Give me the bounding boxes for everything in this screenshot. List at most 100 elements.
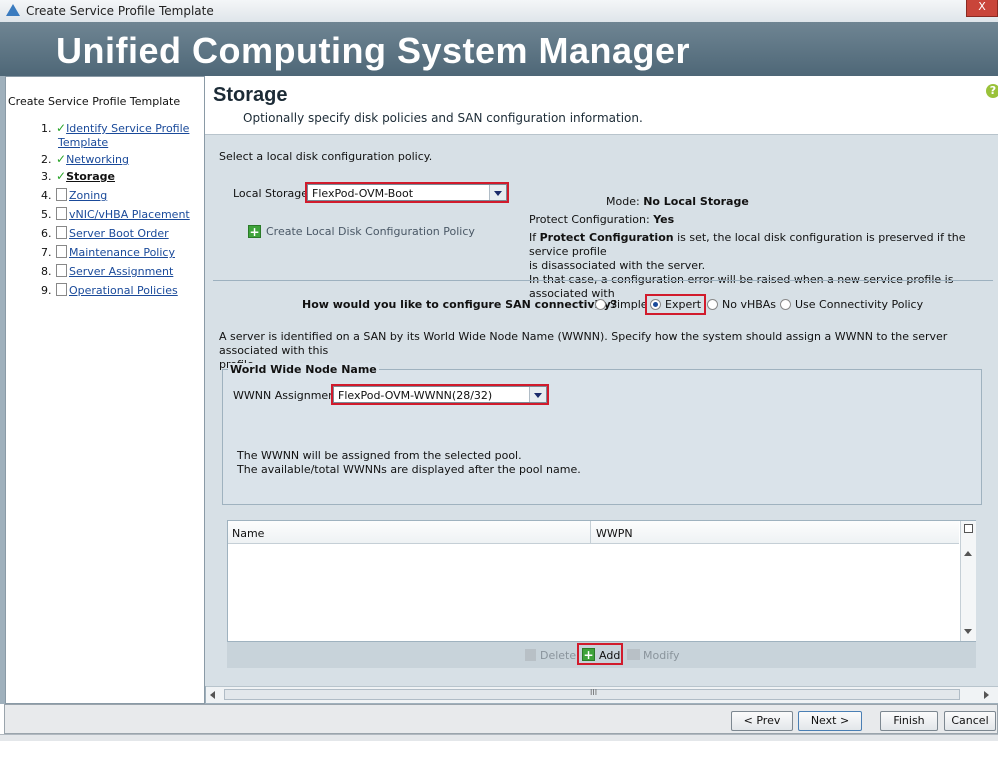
- page-subtitle: Optionally specify disk policies and SAN…: [243, 111, 643, 125]
- column-name[interactable]: Name: [232, 527, 264, 540]
- check-icon: ✓: [56, 121, 67, 135]
- create-local-disk-policy-link[interactable]: Create Local Disk Configuration Policy: [266, 225, 475, 238]
- table-header: Name WWPN: [228, 521, 959, 544]
- step-link[interactable]: Maintenance Policy: [69, 246, 175, 259]
- wwnn-legend: World Wide Node Name: [228, 363, 379, 376]
- trash-icon: [525, 649, 536, 661]
- san-description-line1: A server is identified on a SAN by its W…: [219, 330, 948, 357]
- page-icon: [56, 245, 67, 258]
- step-link[interactable]: Operational Policies: [69, 284, 178, 297]
- step-zoning[interactable]: 4. Zoning: [41, 188, 107, 202]
- check-icon: ✓: [56, 169, 67, 183]
- local-storage-select[interactable]: FlexPod-OVM-Boot: [307, 184, 507, 201]
- chevron-down-icon[interactable]: [529, 387, 546, 402]
- window-title: Create Service Profile Template: [26, 4, 214, 18]
- step-link-cont[interactable]: Template: [58, 136, 108, 149]
- step-link[interactable]: vNIC/vHBA Placement: [69, 208, 190, 221]
- protect-note: If Protect Configuration is set, the loc…: [529, 231, 989, 301]
- note-line2: is disassociated with the server.: [529, 259, 706, 272]
- step-number: 8.: [41, 265, 52, 278]
- step-link[interactable]: Server Assignment: [69, 265, 173, 278]
- wwnn-assignment-select[interactable]: FlexPod-OVM-WWNN(28/32): [333, 386, 547, 403]
- mode-label: Mode:: [606, 195, 640, 208]
- scroll-left-icon[interactable]: [210, 691, 215, 699]
- page-icon: [56, 207, 67, 220]
- note-prefix: If: [529, 231, 540, 244]
- local-storage-intro: Select a local disk configuration policy…: [219, 150, 433, 163]
- chevron-down-icon[interactable]: [489, 185, 506, 200]
- radio-simple[interactable]: [595, 299, 606, 310]
- san-question: How would you like to configure SAN conn…: [302, 298, 618, 311]
- step-networking[interactable]: 2. ✓Networking: [41, 152, 129, 166]
- radio-no-vhbas-label[interactable]: No vHBAs: [722, 298, 776, 311]
- horizontal-scrollbar[interactable]: III: [206, 686, 998, 703]
- step-operational-policies[interactable]: 9. Operational Policies: [41, 283, 178, 297]
- local-storage-label: Local Storage:: [233, 187, 312, 200]
- taskbar-strip: [0, 734, 998, 741]
- step-number: 9.: [41, 284, 52, 297]
- modify-button[interactable]: Modify: [643, 649, 679, 662]
- step-number: 7.: [41, 246, 52, 259]
- step-identify[interactable]: 1. ✓Identify Service Profile: [41, 121, 189, 135]
- wwnn-note-1: The WWNN will be assigned from the selec…: [237, 449, 522, 462]
- radio-expert-label[interactable]: Expert: [665, 298, 701, 311]
- add-icon[interactable]: +: [248, 225, 261, 238]
- column-wwpn[interactable]: WWPN: [596, 527, 633, 540]
- delete-button[interactable]: Delete: [540, 649, 576, 662]
- banner-title: Unified Computing System Manager: [56, 30, 691, 71]
- radio-simple-label[interactable]: Simple: [610, 298, 648, 311]
- local-storage-value: FlexPod-OVM-Boot: [312, 187, 414, 200]
- page-title: Storage: [213, 84, 288, 106]
- note-line3: In that case, a configuration error will…: [529, 273, 954, 300]
- wwnn-label: WWNN Assignment:: [233, 389, 344, 402]
- cancel-button[interactable]: Cancel: [944, 711, 996, 731]
- scroll-thumb[interactable]: III: [224, 688, 960, 700]
- protect-value: Yes: [653, 213, 675, 226]
- column-chooser-icon[interactable]: [964, 524, 973, 533]
- step-link[interactable]: Networking: [66, 153, 129, 166]
- next-button[interactable]: Next >: [798, 711, 862, 731]
- step-boot-order[interactable]: 6. Server Boot Order: [41, 226, 169, 240]
- help-icon[interactable]: ?: [986, 84, 998, 98]
- step-identify-cont[interactable]: Template: [58, 136, 108, 149]
- section-divider: [213, 280, 993, 281]
- step-link[interactable]: Storage: [66, 170, 115, 183]
- wizard-heading: Create Service Profile Template: [8, 95, 181, 108]
- column-separator: [590, 521, 591, 543]
- step-number: 4.: [41, 189, 52, 202]
- scroll-down-icon[interactable]: [964, 629, 972, 634]
- step-link[interactable]: Identify Service Profile: [66, 122, 189, 135]
- step-number: 5.: [41, 208, 52, 221]
- wizard-footer: < Prev Next > Finish Cancel: [4, 704, 998, 734]
- step-link[interactable]: Server Boot Order: [69, 227, 169, 240]
- check-icon: ✓: [56, 152, 67, 166]
- wizard-steps-panel: Create Service Profile Template 1. ✓Ident…: [5, 76, 205, 704]
- protect-label: Protect Configuration:: [529, 213, 650, 226]
- scroll-up-icon[interactable]: [964, 551, 972, 556]
- radio-no-vhbas[interactable]: [707, 299, 718, 310]
- step-server-assignment[interactable]: 8. Server Assignment: [41, 264, 173, 278]
- radio-connectivity-policy[interactable]: [780, 299, 791, 310]
- radio-connectivity-policy-label[interactable]: Use Connectivity Policy: [795, 298, 923, 311]
- add-button[interactable]: Add: [599, 649, 620, 662]
- table-vertical-scrollbar[interactable]: [960, 521, 976, 641]
- page-header: Storage Optionally specify disk policies…: [205, 76, 998, 135]
- step-storage[interactable]: 3. ✓Storage: [41, 169, 115, 183]
- app-banner: Unified Computing System Manager: [0, 22, 998, 76]
- step-link[interactable]: Zoning: [69, 189, 107, 202]
- scroll-right-icon[interactable]: [984, 691, 989, 699]
- step-number: 3.: [41, 170, 52, 183]
- page-icon: [56, 226, 67, 239]
- wwnn-note-2: The available/total WWNNs are displayed …: [237, 463, 581, 476]
- window-titlebar: Create Service Profile Template: [0, 0, 998, 23]
- step-vnic-placement[interactable]: 5. vNIC/vHBA Placement: [41, 207, 190, 221]
- close-button[interactable]: X: [966, 0, 998, 17]
- add-icon[interactable]: +: [582, 648, 595, 661]
- step-maintenance-policy[interactable]: 7. Maintenance Policy: [41, 245, 175, 259]
- prev-button[interactable]: < Prev: [731, 711, 793, 731]
- radio-expert[interactable]: [650, 299, 661, 310]
- page-icon: [56, 188, 67, 201]
- scroll-grip: III: [590, 688, 598, 697]
- page-icon: [56, 264, 67, 277]
- finish-button[interactable]: Finish: [880, 711, 938, 731]
